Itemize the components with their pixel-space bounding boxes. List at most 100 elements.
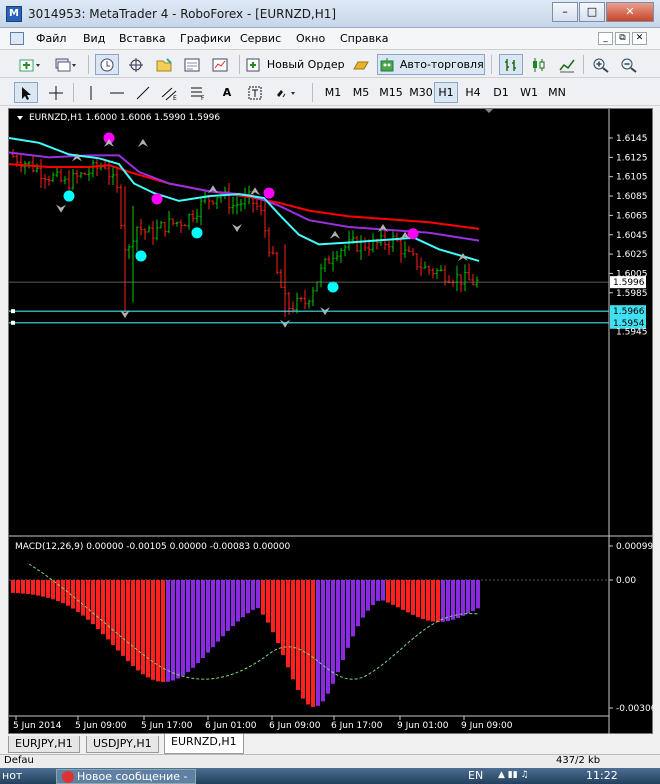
text-label-button[interactable] bbox=[244, 82, 266, 103]
timeframe-m1[interactable]: M1 bbox=[320, 82, 346, 103]
timeframe-w1[interactable]: W1 bbox=[516, 82, 542, 103]
svg-text:E: E bbox=[173, 95, 177, 101]
timeframe-d1[interactable]: D1 bbox=[488, 82, 514, 103]
menu-charts[interactable]: Графики bbox=[180, 32, 231, 45]
profiles-button[interactable] bbox=[52, 54, 80, 75]
terminal-button[interactable] bbox=[180, 54, 204, 75]
chart-menu-triangle-icon[interactable] bbox=[17, 116, 23, 120]
timeframe-m15[interactable]: M15 bbox=[376, 82, 406, 103]
language-indicator[interactable]: EN bbox=[468, 769, 483, 782]
macd-header: MACD(12,26,9) 0.00000 -0.00105 0.00000 -… bbox=[15, 542, 291, 552]
os-taskbar: нот Новое сообщение - EN ▲ ▮▮ ♫ 11:22 bbox=[0, 768, 660, 784]
taskbar-task-button[interactable]: Новое сообщение - bbox=[56, 769, 196, 784]
macd-histogram-bar bbox=[36, 580, 40, 596]
price-label: 1.5945 bbox=[616, 328, 648, 338]
macd-axis-label: 0.00 bbox=[616, 576, 636, 586]
navigator-button[interactable] bbox=[152, 54, 176, 75]
macd-histogram-bar bbox=[406, 580, 410, 613]
auto-trading-button[interactable]: Авто-торговля bbox=[377, 54, 485, 75]
signal-dot bbox=[63, 190, 75, 202]
zoom-in-button[interactable] bbox=[589, 54, 613, 75]
macd-histogram-bar bbox=[331, 580, 335, 684]
text-tool-button[interactable]: A bbox=[216, 82, 238, 103]
new-chart-icon bbox=[19, 59, 40, 72]
bar-chart-button[interactable] bbox=[499, 54, 523, 75]
price-label: 1.6025 bbox=[616, 250, 648, 260]
tab-eurnzd[interactable]: EURNZD,H1 bbox=[164, 734, 244, 754]
price-chart[interactable]: 1.59661.5954 0.000990.00-0.00306 1.61451… bbox=[8, 109, 657, 735]
mdi-restore-button[interactable]: ⧉ bbox=[615, 32, 630, 45]
macd-histogram-bar bbox=[56, 580, 60, 602]
tab-usdjpy[interactable]: USDJPY,H1 bbox=[86, 736, 159, 753]
profiles-icon bbox=[55, 58, 76, 72]
text-tool-icon: A bbox=[222, 86, 232, 99]
minimize-button[interactable]: – bbox=[552, 2, 578, 22]
timeframe-mn[interactable]: MN bbox=[544, 82, 570, 103]
macd-histogram-bar bbox=[236, 580, 240, 622]
menu-file[interactable]: Файл bbox=[36, 32, 66, 45]
timeframe-h4[interactable]: H4 bbox=[460, 82, 486, 103]
macd-histogram-bar bbox=[246, 580, 250, 614]
chart-window-icon[interactable] bbox=[10, 32, 24, 45]
zoom-out-button[interactable] bbox=[617, 54, 641, 75]
macd-histogram-bar bbox=[111, 580, 115, 645]
clock: 11:22 bbox=[586, 769, 618, 782]
trendline-button[interactable] bbox=[132, 82, 154, 103]
macd-histogram-bar bbox=[26, 580, 30, 595]
data-window-button[interactable] bbox=[124, 54, 148, 75]
macd-histogram-bar bbox=[376, 580, 380, 601]
maximize-button[interactable]: □ bbox=[579, 2, 605, 22]
arrow-down-icon bbox=[232, 223, 242, 232]
timeframe-h1[interactable]: H1 bbox=[434, 82, 458, 103]
macd-histogram-bar bbox=[181, 580, 185, 676]
line-chart-button[interactable] bbox=[555, 54, 579, 75]
chart-shift-marker-icon[interactable] bbox=[485, 109, 493, 113]
macd-histogram-bar bbox=[321, 580, 325, 702]
new-chart-button[interactable] bbox=[16, 54, 44, 75]
macd-histogram-bar bbox=[46, 580, 50, 598]
menu-help[interactable]: Справка bbox=[340, 32, 388, 45]
macd-histogram-bar bbox=[461, 580, 465, 616]
macd-histogram-bar bbox=[471, 580, 475, 611]
menu-view[interactable]: Вид bbox=[83, 32, 105, 45]
macd-histogram-bar bbox=[166, 580, 170, 682]
arrows-button[interactable] bbox=[272, 82, 302, 103]
cursor-tool-button[interactable] bbox=[14, 82, 38, 103]
window-title: 3014953: MetaTrader 4 - RoboForex - [EUR… bbox=[28, 7, 337, 21]
chart-window[interactable]: 1.5966 1.5954 0.00099 0.00 -0.00306 1.6145 1… bbox=[8, 108, 657, 735]
fibonacci-button[interactable]: F bbox=[186, 82, 210, 103]
menu-tools[interactable]: Сервис bbox=[240, 32, 281, 45]
timeframe-m5[interactable]: M5 bbox=[348, 82, 374, 103]
macd-histogram-bar bbox=[71, 580, 75, 609]
vertical-line-button[interactable] bbox=[80, 82, 102, 103]
menu-bar: Файл Вид Вставка Графики Сервис Окно Спр… bbox=[0, 28, 660, 50]
channel-button[interactable]: E bbox=[158, 82, 182, 103]
price-label: 1.6085 bbox=[616, 192, 648, 202]
tray-icons[interactable]: ▲ ▮▮ ♫ bbox=[498, 770, 529, 780]
market-watch-button[interactable] bbox=[95, 54, 119, 75]
tab-eurjpy[interactable]: EURJPY,H1 bbox=[8, 736, 80, 753]
arrows-icon bbox=[277, 90, 295, 98]
macd-histogram-bar bbox=[16, 580, 20, 594]
hline-handle bbox=[11, 320, 15, 325]
macd-histogram-bar bbox=[206, 580, 210, 653]
macd-histogram-bar bbox=[466, 580, 470, 614]
horizontal-line-button[interactable] bbox=[106, 82, 128, 103]
mdi-close-button[interactable]: ✕ bbox=[632, 32, 647, 45]
menu-insert[interactable]: Вставка bbox=[119, 32, 166, 45]
mdi-minimize-button[interactable]: _ bbox=[598, 32, 613, 45]
macd-histogram-bar bbox=[141, 580, 145, 675]
macd-histogram-bar bbox=[121, 580, 125, 656]
menu-window[interactable]: Окно bbox=[296, 32, 325, 45]
toolbar-separator bbox=[491, 55, 492, 74]
ma-fast-line bbox=[8, 137, 480, 262]
macd-histogram-bar bbox=[421, 580, 425, 620]
timeframe-m30[interactable]: M30 bbox=[406, 82, 436, 103]
candlestick-chart-button[interactable] bbox=[527, 54, 551, 75]
crosshair-tool-button[interactable] bbox=[44, 82, 68, 103]
crosshair-move-icon bbox=[129, 58, 143, 72]
new-order-button[interactable]: Новый Ордер bbox=[244, 54, 346, 75]
close-button[interactable]: ✕ bbox=[606, 2, 654, 22]
strategy-tester-button[interactable] bbox=[208, 54, 232, 75]
expert-advisors-button[interactable] bbox=[350, 54, 372, 75]
